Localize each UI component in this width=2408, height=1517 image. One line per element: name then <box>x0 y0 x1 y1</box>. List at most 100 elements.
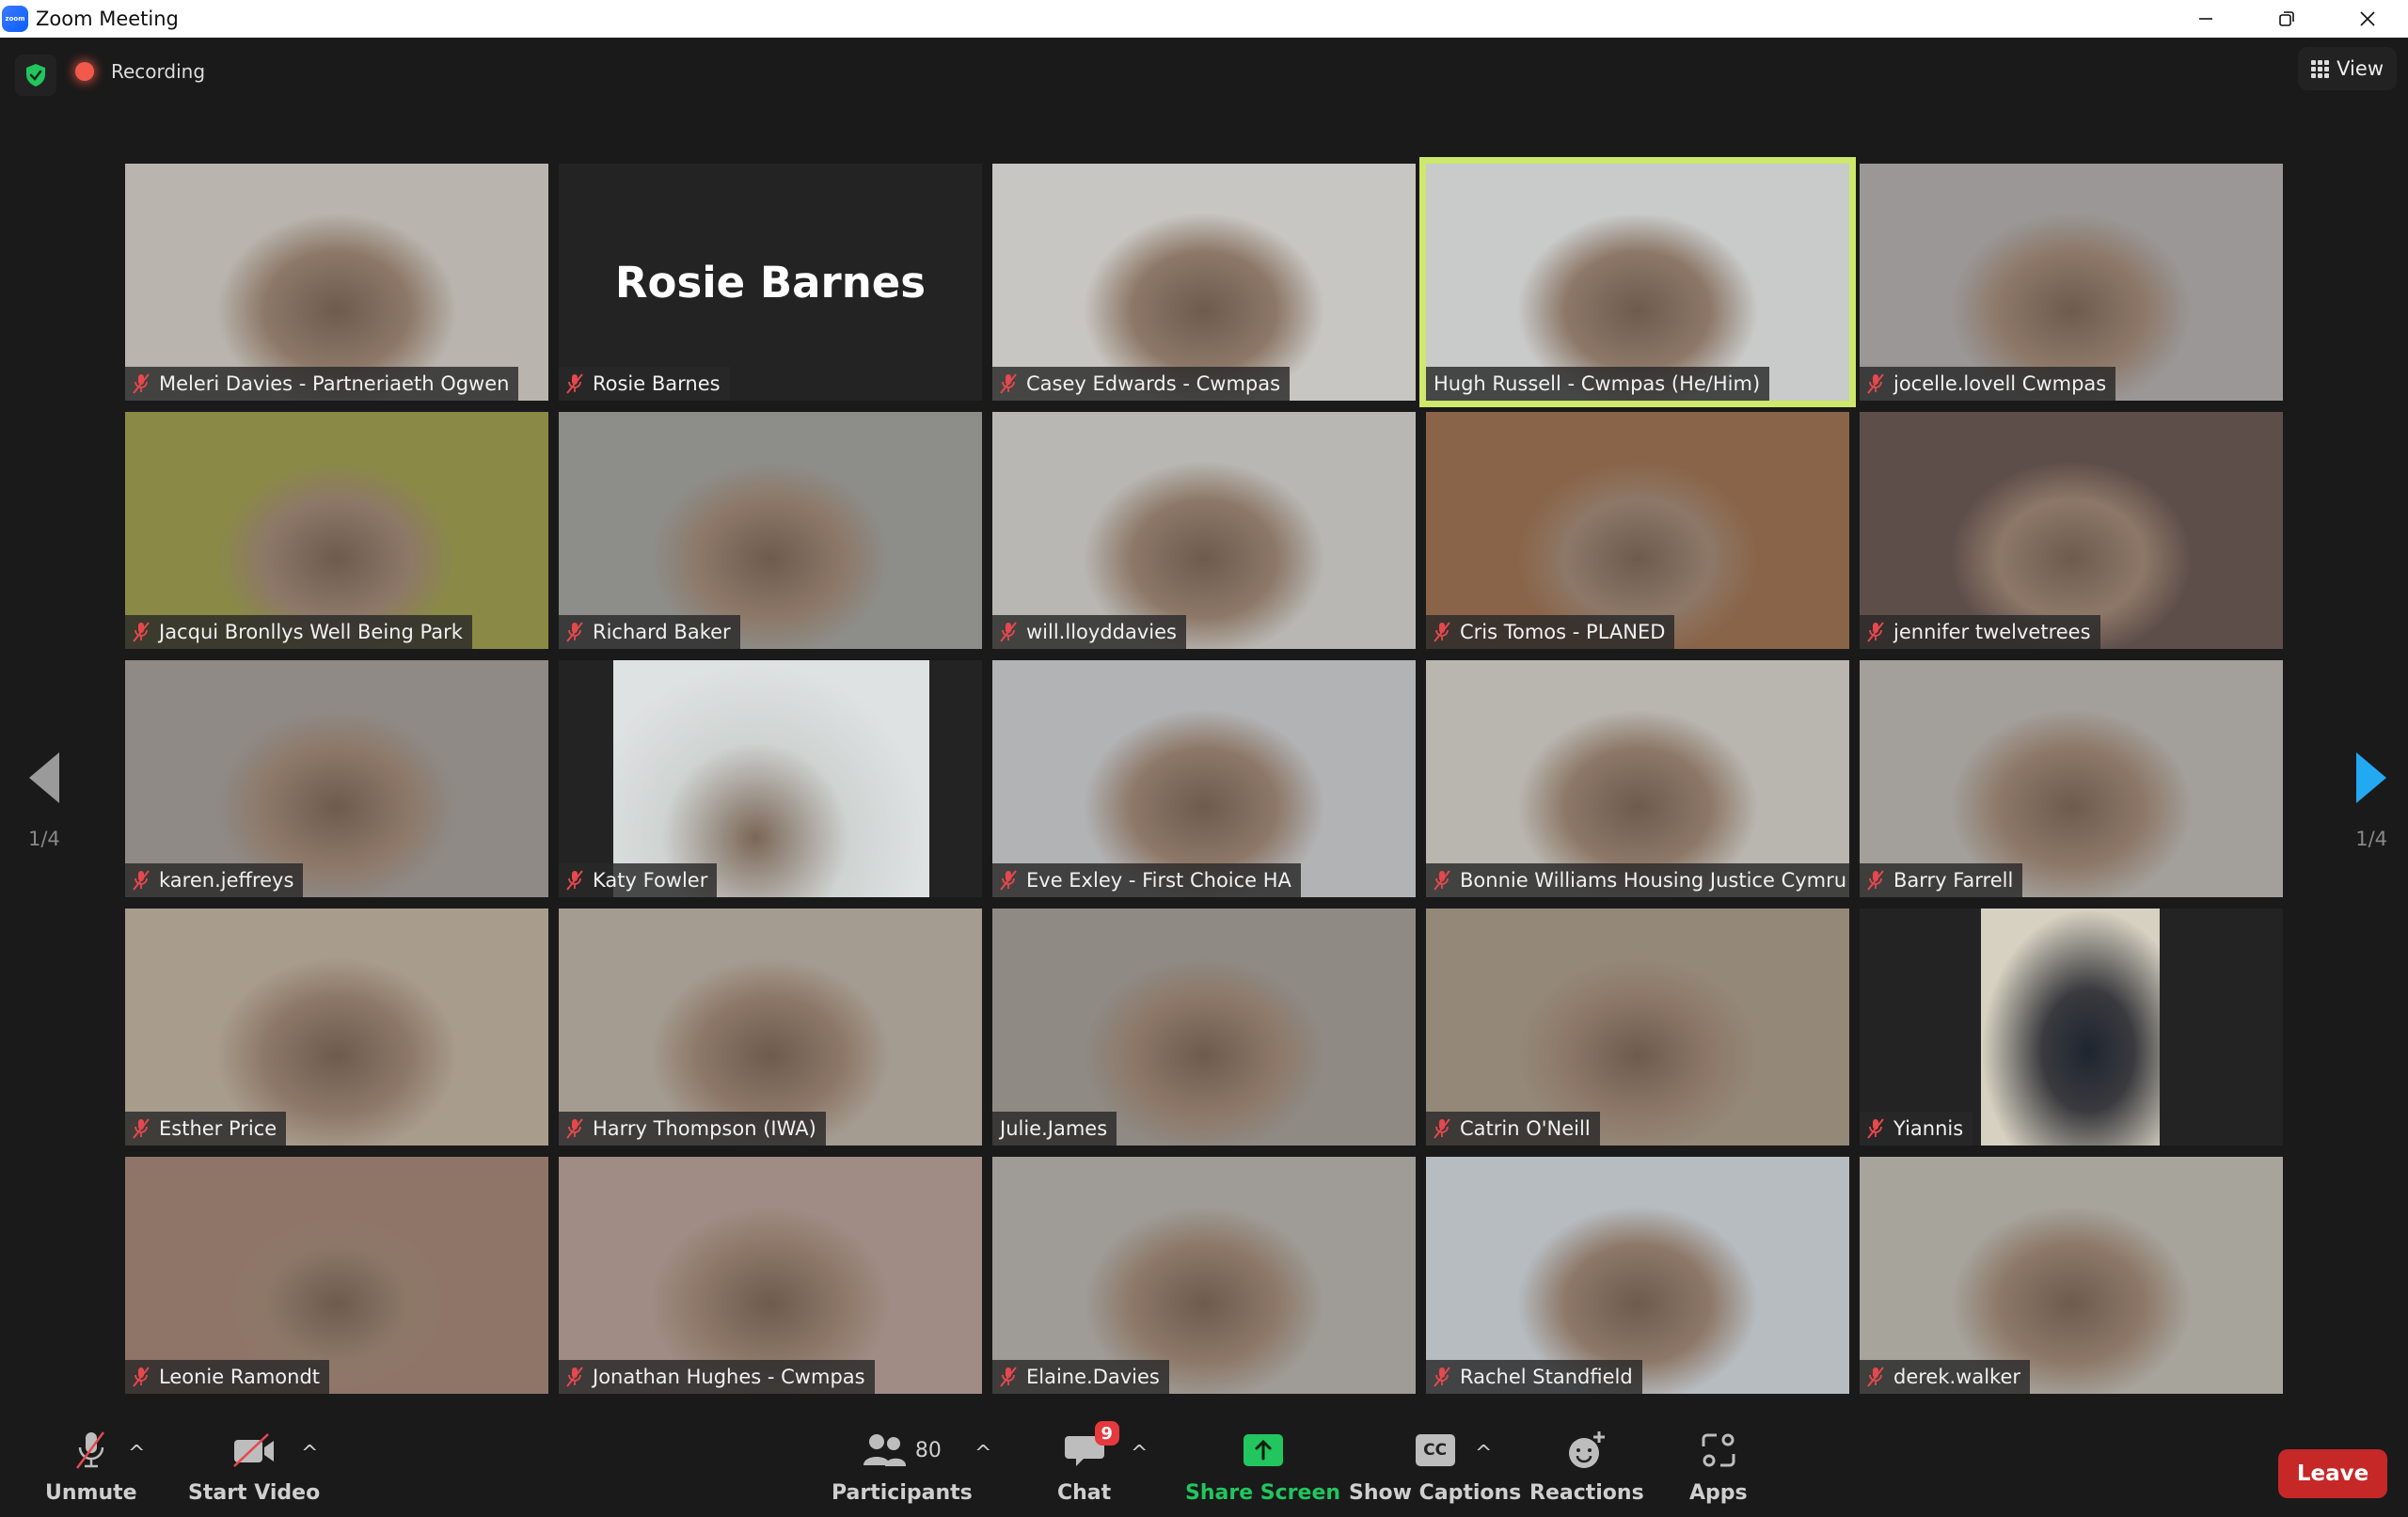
participant-name-label: Cris Tomos - PLANED <box>1426 615 1675 649</box>
participant-video-feed <box>1860 909 2283 1146</box>
security-button[interactable] <box>15 55 56 96</box>
participants-count: 80 <box>914 1438 942 1462</box>
participant-name: jocelle.lovell Cwmpas <box>1893 372 2107 395</box>
participant-video-feed <box>125 1157 548 1394</box>
chat-button[interactable]: 9 Chat <box>1057 1421 1119 1505</box>
participant-name-label: karen.jeffreys <box>125 863 304 897</box>
previous-page-arrow-icon[interactable] <box>28 752 59 803</box>
video-options-caret-icon[interactable]: ^ <box>301 1442 318 1465</box>
participant-video-feed <box>992 660 1416 897</box>
audio-options-caret-icon[interactable]: ^ <box>128 1442 145 1465</box>
view-label: View <box>2337 57 2384 80</box>
participant-name: Casey Edwards - Cwmpas <box>1026 372 1281 395</box>
zoom-logo-icon: zoom <box>2 6 28 32</box>
meeting-toolbar: Unmute ^ Start Video ^ 80 Participants ^… <box>0 1406 2408 1517</box>
participant-name: Harry Thompson (IWA) <box>593 1117 816 1140</box>
participant-tile[interactable]: Rosie Barnes Rosie Barnes <box>559 164 982 401</box>
participant-tile[interactable]: Julie.James <box>992 909 1416 1146</box>
participant-tile[interactable]: Elaine.Davies <box>992 1157 1416 1394</box>
participant-video-feed <box>1426 1157 1849 1394</box>
recording-label: Recording <box>111 60 206 83</box>
apps-button[interactable]: Apps <box>1689 1425 1748 1505</box>
participant-name-label: Barry Farrell <box>1860 863 2023 897</box>
restore-button[interactable] <box>2246 0 2327 38</box>
participant-tile[interactable]: Yiannis <box>1860 909 2283 1146</box>
participants-options-caret-icon[interactable]: ^ <box>974 1442 991 1465</box>
participant-video-feed <box>1426 412 1849 649</box>
participant-video-feed <box>1860 412 2283 649</box>
participant-tile[interactable]: Bonnie Williams Housing Justice Cymru <box>1426 660 1849 897</box>
participant-tile[interactable]: karen.jeffreys <box>125 660 548 897</box>
participant-video-frame <box>1981 909 2160 1146</box>
participant-name-label: will.lloyddavies <box>992 615 1186 649</box>
participant-tile[interactable]: Katy Fowler <box>559 660 982 897</box>
microphone-muted-icon <box>1434 622 1450 642</box>
participant-name-label: derek.walker <box>1860 1360 2031 1394</box>
participant-video-feed <box>1426 660 1849 897</box>
show-captions-button[interactable]: CC Show Captions <box>1349 1425 1521 1505</box>
participant-tile[interactable]: Meleri Davies - Partneriaeth Ogwen <box>125 164 548 401</box>
participant-tile[interactable]: Casey Edwards - Cwmpas <box>992 164 1416 401</box>
participant-video-feed <box>125 660 548 897</box>
reactions-label: Reactions <box>1529 1481 1644 1505</box>
recording-indicator[interactable]: Recording <box>75 60 205 83</box>
participant-video-feed <box>1860 660 2283 897</box>
participant-tile[interactable]: Jacqui Bronllys Well Being Park <box>125 412 548 649</box>
microphone-muted-icon <box>566 1118 583 1139</box>
participant-name: Catrin O'Neill <box>1460 1117 1591 1140</box>
participant-name-label: Richard Baker <box>559 615 740 649</box>
participant-name: Eve Exley - First Choice HA <box>1026 869 1291 892</box>
participant-tile[interactable]: jennifer twelvetrees <box>1860 412 2283 649</box>
participant-tile[interactable]: Esther Price <box>125 909 548 1146</box>
participant-tile-active-speaker[interactable]: Hugh Russell - Cwmpas (He/Him) <box>1419 157 1856 407</box>
close-button[interactable] <box>2327 0 2408 38</box>
participant-name: karen.jeffreys <box>159 869 294 892</box>
participant-tile[interactable]: Cris Tomos - PLANED <box>1426 412 1849 649</box>
participant-tile[interactable]: jocelle.lovell Cwmpas <box>1860 164 2283 401</box>
participants-label: Participants <box>832 1481 973 1505</box>
participant-tile[interactable]: Catrin O'Neill <box>1426 909 1849 1146</box>
participant-name: Yiannis <box>1893 1117 1964 1140</box>
participant-name-label: Bonnie Williams Housing Justice Cymru <box>1426 863 1849 897</box>
participant-tile[interactable]: Leonie Ramondt <box>125 1157 548 1394</box>
microphone-muted-icon <box>566 373 583 394</box>
participant-name: derek.walker <box>1893 1366 2021 1388</box>
participant-name: Esther Price <box>159 1117 277 1140</box>
microphone-muted-icon <box>566 870 583 891</box>
participant-name: Rosie Barnes <box>593 372 721 395</box>
participant-name-label: Katy Fowler <box>559 863 718 897</box>
participant-tile[interactable]: Eve Exley - First Choice HA <box>992 660 1416 897</box>
participant-name: Rachel Standfield <box>1460 1366 1633 1388</box>
captions-options-caret-icon[interactable]: ^ <box>1475 1442 1492 1465</box>
share-screen-icon <box>1243 1434 1283 1466</box>
participant-tile[interactable]: Rachel Standfield <box>1426 1157 1849 1394</box>
participant-name: Elaine.Davies <box>1026 1366 1160 1388</box>
participant-name: Cris Tomos - PLANED <box>1460 621 1666 643</box>
participant-name: Barry Farrell <box>1893 869 2014 892</box>
participant-name: Jonathan Hughes - Cwmpas <box>593 1366 865 1388</box>
participant-tile[interactable]: Harry Thompson (IWA) <box>559 909 982 1146</box>
participant-tile[interactable]: Barry Farrell <box>1860 660 2283 897</box>
unmute-button[interactable]: Unmute <box>45 1425 137 1505</box>
view-button[interactable]: View <box>2298 47 2397 90</box>
participant-name-label: jennifer twelvetrees <box>1860 615 2100 649</box>
participant-video-feed <box>559 412 982 649</box>
microphone-muted-icon <box>1000 622 1017 642</box>
share-screen-button[interactable]: Share Screen <box>1185 1425 1340 1505</box>
participant-name-label: Hugh Russell - Cwmpas (He/Him) <box>1426 367 1770 401</box>
next-page-arrow-icon[interactable] <box>2356 752 2387 803</box>
participant-tile[interactable]: derek.walker <box>1860 1157 2283 1394</box>
participants-button[interactable]: 80 Participants <box>832 1425 973 1505</box>
participant-video-feed <box>992 909 1416 1146</box>
participant-tile[interactable]: Jonathan Hughes - Cwmpas <box>559 1157 982 1394</box>
reactions-button[interactable]: Reactions <box>1529 1425 1644 1505</box>
minimize-button[interactable] <box>2165 0 2246 38</box>
participant-tile[interactable]: Richard Baker <box>559 412 982 649</box>
window-title: Zoom Meeting <box>36 8 179 30</box>
participant-video-feed <box>125 164 548 401</box>
leave-button[interactable]: Leave <box>2278 1449 2387 1498</box>
participant-video-frame <box>613 660 929 897</box>
share-screen-label: Share Screen <box>1185 1481 1341 1505</box>
chat-options-caret-icon[interactable]: ^ <box>1131 1442 1148 1465</box>
participant-tile[interactable]: will.lloyddavies <box>992 412 1416 649</box>
